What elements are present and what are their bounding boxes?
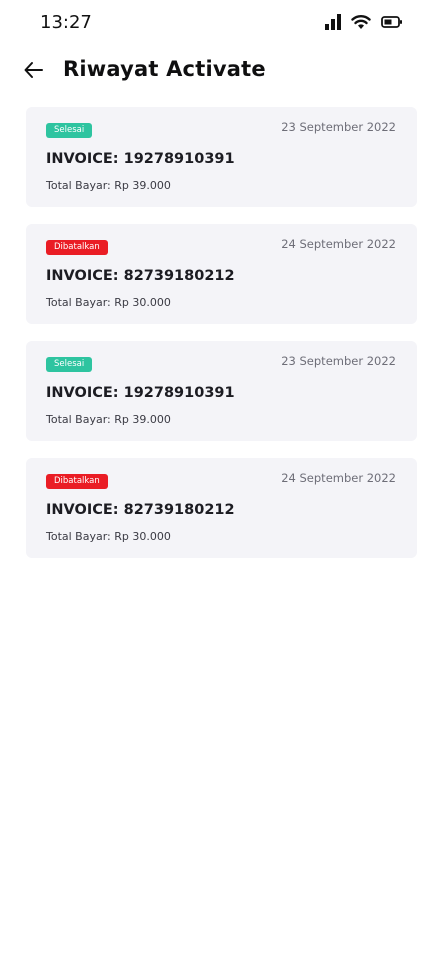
transaction-card[interactable]: Selesai 23 September 2022 INVOICE: 19278… xyxy=(26,341,417,441)
battery-icon xyxy=(381,16,402,28)
status-badge: Selesai xyxy=(46,357,93,372)
transaction-date: 23 September 2022 xyxy=(281,120,396,134)
transaction-card[interactable]: Dibatalkan 24 September 2022 INVOICE: 82… xyxy=(26,224,417,324)
status-icons xyxy=(325,14,403,30)
page-title: Riwayat Activate xyxy=(63,57,266,81)
invoice-number: INVOICE: 82739180212 xyxy=(46,268,235,284)
total-payment: Total Bayar: Rp 39.000 xyxy=(46,179,171,192)
signal-icon xyxy=(325,14,341,30)
status-badge: Selesai xyxy=(46,123,93,138)
arrow-left-icon xyxy=(24,62,43,78)
status-badge: Dibatalkan xyxy=(46,240,108,255)
invoice-number: INVOICE: 19278910391 xyxy=(46,385,235,401)
total-payment: Total Bayar: Rp 39.000 xyxy=(46,413,171,426)
invoice-number: INVOICE: 19278910391 xyxy=(46,151,235,167)
transaction-list: Selesai 23 September 2022 INVOICE: 19278… xyxy=(26,107,417,575)
invoice-number: INVOICE: 82739180212 xyxy=(46,502,235,518)
transaction-date: 24 September 2022 xyxy=(281,471,396,485)
back-button[interactable] xyxy=(22,58,46,82)
status-time: 13:27 xyxy=(40,12,92,33)
transaction-date: 24 September 2022 xyxy=(281,237,396,251)
status-bar: 13:27 xyxy=(0,0,443,48)
transaction-card[interactable]: Dibatalkan 24 September 2022 INVOICE: 82… xyxy=(26,458,417,558)
header: Riwayat Activate xyxy=(0,52,443,92)
status-badge: Dibatalkan xyxy=(46,474,108,489)
total-payment: Total Bayar: Rp 30.000 xyxy=(46,296,171,309)
transaction-date: 23 September 2022 xyxy=(281,354,396,368)
transaction-card[interactable]: Selesai 23 September 2022 INVOICE: 19278… xyxy=(26,107,417,207)
total-payment: Total Bayar: Rp 30.000 xyxy=(46,530,171,543)
wifi-icon xyxy=(351,15,371,29)
